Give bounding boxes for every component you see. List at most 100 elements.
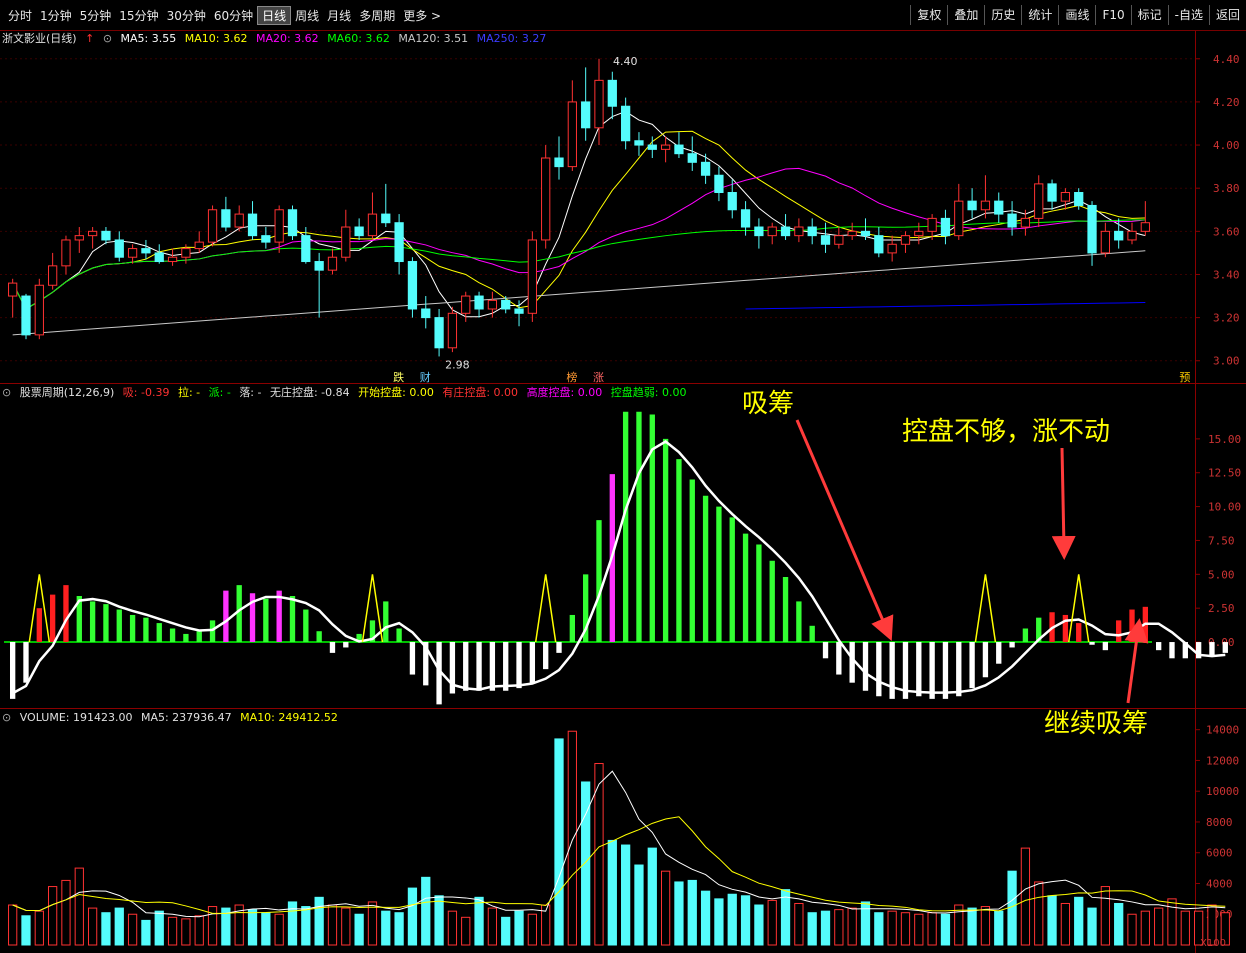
candle-body [914,230,924,237]
volume-bar [1140,910,1150,946]
high-price-label: 4.40 [613,55,638,68]
candle-body [674,144,684,155]
volume-bar [660,870,671,946]
volume-bar [1060,902,1071,946]
candle-body [501,299,511,310]
candle-body [48,265,58,286]
candle-body [847,230,857,237]
candle-body [594,79,604,129]
volume-tick-label: 10000 [1206,785,1239,798]
volume-bar [700,890,711,946]
volume-bar [834,909,844,946]
candle-body [980,200,991,211]
event-marker: 榜 [566,370,577,384]
volume-bar [1127,913,1137,946]
candle-body [221,209,231,228]
candle-body [8,282,18,297]
candle-body [367,213,378,237]
candle-body [700,161,711,176]
indicator-tick-label: 12.50 [1208,467,1241,480]
volume-bar [367,901,378,946]
volume-bar [567,730,577,946]
annotation-jixu: 继续吸筹 [1044,709,1149,739]
candle-body [154,252,164,263]
volume-bar [954,904,964,946]
indicator-curve [12,439,1226,695]
ma250-line [745,302,1146,310]
volume-bar [461,916,471,946]
candle-body [381,213,391,224]
price-tick-label: 4.00 [1213,139,1240,152]
candle-body [127,248,138,258]
candle-body [940,217,951,237]
candle-body [994,200,1004,215]
volume-bar [34,910,44,946]
volume-bar [1087,907,1097,946]
candle-body [767,226,777,237]
candle-body [87,230,98,237]
volume-bar [820,910,831,946]
volume-bar [674,881,684,946]
event-marker: 涨 [593,371,604,384]
volume-bar [621,844,631,946]
candle-body [541,157,551,241]
event-marker: 预 [1179,371,1190,384]
volume-bar [407,887,418,946]
candle-body [1020,217,1031,228]
volume-bar [1074,896,1084,946]
volume-bar [381,910,391,946]
volume-bar [1180,910,1190,946]
volume-bar [314,896,324,946]
candle-body [114,239,124,258]
annotation-xichou: 吸筹 [742,389,795,419]
volume-tick-label: 12000 [1206,754,1239,767]
candle-body [967,200,977,211]
volume-bar [927,912,937,946]
volume-bar [327,904,338,946]
volume-tick-label: 6000 [1206,847,1233,860]
volume-bar [1100,886,1110,946]
arrow-kongpan [1051,447,1076,560]
volume-bar [514,910,524,946]
candle-body [434,317,444,349]
volume-bar [421,876,431,946]
volume-bar [740,895,751,946]
low-price-label: 2.98 [445,358,470,371]
candle-body [247,213,258,237]
candle-body [1060,192,1071,202]
volume-bar [807,912,817,946]
ma10-line [12,130,1146,310]
volume-ma10-line [12,816,1226,914]
stock-chart[interactable]: 3.00 3.20 3.40 3.60 3.80 4.00 4.20 4.40 4.40 2.98… [0,0,1246,953]
candle-body [1034,183,1044,219]
volume-bar [767,899,777,946]
ma60-line [12,219,1146,310]
volume-bar [634,864,644,946]
candle-body [74,235,84,241]
candle-body [527,239,537,314]
volume-bar [194,915,204,946]
candle-body [34,284,44,336]
indicator-tick-label: 2.50 [1208,602,1235,615]
ma120-line [12,250,1146,336]
volume-bar [114,907,124,946]
volume-bar [554,738,564,946]
candle-body [1114,230,1124,241]
indicator-spike [974,574,997,643]
candle-body [834,235,844,245]
candle-body [274,209,284,243]
candle-body [1087,204,1097,254]
volume-bar [1114,902,1124,946]
price-tick-label: 4.20 [1213,96,1240,109]
candle-body [1100,230,1110,254]
volume-bar [101,912,111,946]
volume-bar [501,916,511,946]
volume-bar [874,912,884,946]
volume-bar [74,867,84,946]
candle-body [634,140,644,146]
volume-bar [581,781,591,946]
candle-body [474,295,484,310]
volume-bar [487,907,498,946]
volume-bar [21,915,31,946]
volume-unit-label: X100 [1200,938,1226,949]
